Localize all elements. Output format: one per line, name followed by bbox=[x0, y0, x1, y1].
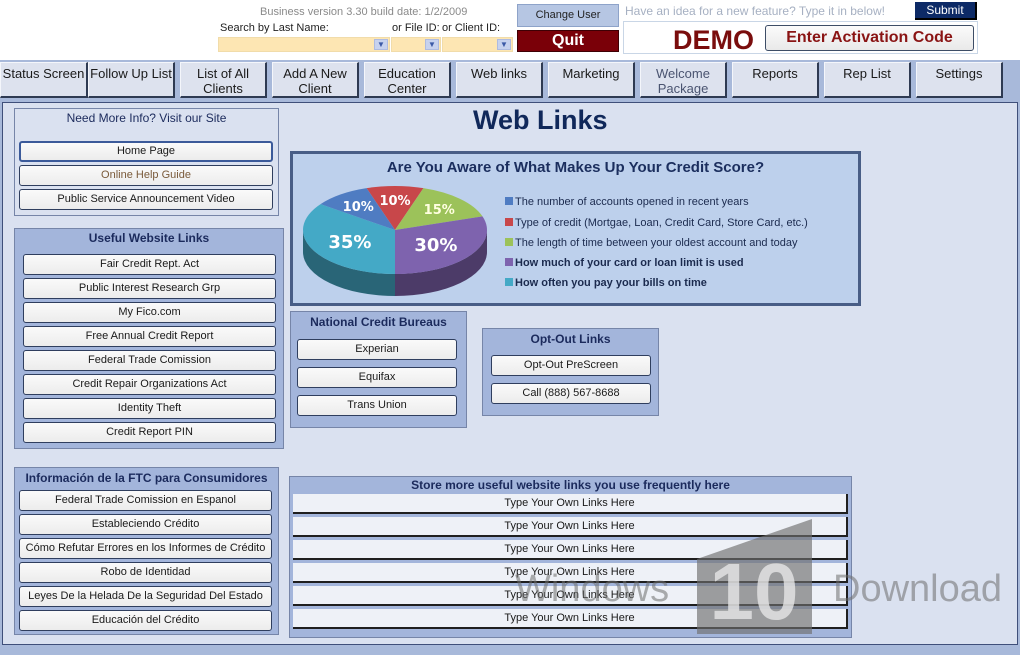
version-info: Business version 3.30 build date: 1/2/20… bbox=[260, 6, 468, 18]
main-nav: Status Screen Follow Up List List of All… bbox=[0, 60, 1020, 100]
psa-video-button[interactable]: Public Service Announcement Video bbox=[19, 189, 273, 210]
activation-panel: DEMO Enter Activation Code bbox=[623, 21, 978, 55]
free-annual-credit-report-button[interactable]: Free Annual Credit Report bbox=[23, 326, 276, 347]
pie-label-3: 30% bbox=[414, 235, 457, 256]
legend-item-recent-accounts: The number of accounts opened in recent … bbox=[505, 196, 749, 208]
chevron-down-icon[interactable]: ▼ bbox=[497, 39, 511, 50]
nav-list-of-all-clients[interactable]: List of All Clients bbox=[180, 62, 267, 98]
own-links-title: Store more useful website links you use … bbox=[411, 478, 730, 492]
legend-item-utilization: How much of your card or loan limit is u… bbox=[505, 257, 744, 269]
legend-label: How much of your card or loan limit is u… bbox=[515, 257, 744, 269]
legend-item-payment-history: How often you pay your bills on time bbox=[505, 277, 707, 289]
legend-item-credit-length: The length of time between your oldest a… bbox=[505, 237, 798, 249]
legend-label: The length of time between your oldest a… bbox=[515, 237, 798, 249]
experian-button[interactable]: Experian bbox=[297, 339, 457, 360]
nav-status-screen[interactable]: Status Screen bbox=[0, 62, 88, 98]
own-link-2[interactable]: Type Your Own Links Here bbox=[293, 517, 848, 537]
legend-swatch bbox=[505, 278, 513, 286]
change-user-button[interactable]: Change User bbox=[517, 4, 619, 27]
feature-idea-prompt[interactable]: Have an idea for a new feature? Type it … bbox=[625, 4, 885, 18]
home-page-button[interactable]: Home Page bbox=[19, 141, 273, 162]
credit-repair-org-act-button[interactable]: Credit Repair Organizations Act bbox=[23, 374, 276, 395]
demo-label: DEMO bbox=[673, 25, 754, 55]
pie-label-0: 10% bbox=[343, 200, 374, 215]
robo-de-identidad-button[interactable]: Robo de Identidad bbox=[19, 562, 272, 583]
chevron-down-icon[interactable]: ▼ bbox=[425, 39, 439, 50]
own-link-3[interactable]: Type Your Own Links Here bbox=[293, 540, 848, 560]
nav-welcome-package[interactable]: Welcome Package bbox=[640, 62, 727, 98]
legend-swatch bbox=[505, 258, 513, 266]
own-link-6[interactable]: Type Your Own Links Here bbox=[293, 609, 848, 629]
nav-settings[interactable]: Settings bbox=[916, 62, 1003, 98]
nav-marketing[interactable]: Marketing bbox=[548, 62, 635, 98]
legend-label: The number of accounts opened in recent … bbox=[515, 196, 749, 208]
online-help-guide-button[interactable]: Online Help Guide bbox=[19, 165, 273, 186]
refutar-errores-button[interactable]: Cómo Refutar Errores en los Informes de … bbox=[19, 538, 272, 559]
page-title: Web Links bbox=[473, 105, 608, 135]
own-links-group: Store more useful website links you use … bbox=[289, 476, 852, 638]
identity-theft-button[interactable]: Identity Theft bbox=[23, 398, 276, 419]
nav-reports[interactable]: Reports bbox=[732, 62, 819, 98]
client-id-label: or Client ID: bbox=[442, 22, 501, 34]
nav-add-new-client[interactable]: Add A New Client bbox=[272, 62, 359, 98]
legend-swatch bbox=[505, 218, 513, 226]
file-id-label: or File ID: bbox=[392, 22, 440, 34]
own-link-1[interactable]: Type Your Own Links Here bbox=[293, 494, 848, 514]
credit-report-pin-button[interactable]: Credit Report PIN bbox=[23, 422, 276, 443]
pie-label-2: 15% bbox=[424, 203, 455, 218]
pie-label-4: 35% bbox=[328, 232, 371, 253]
site-links-group: Need More Info? Visit our Site Home Page… bbox=[14, 108, 279, 216]
educacion-credito-button[interactable]: Educación del Crédito bbox=[19, 610, 272, 631]
useful-links-title: Useful Website Links bbox=[88, 231, 210, 245]
federal-trade-commission-button[interactable]: Federal Trade Comission bbox=[23, 350, 276, 371]
client-id-combo[interactable]: ▼ bbox=[442, 37, 513, 52]
trans-union-button[interactable]: Trans Union bbox=[297, 395, 457, 416]
enter-activation-code-button[interactable]: Enter Activation Code bbox=[765, 25, 974, 51]
chevron-down-icon[interactable]: ▼ bbox=[374, 39, 388, 50]
ftc-spanish-group: Información de la FTC para Consumidores … bbox=[14, 467, 279, 635]
submit-idea-button[interactable]: Submit bbox=[915, 2, 977, 20]
pie-label-1: 10% bbox=[379, 194, 410, 209]
last-name-search-combo[interactable]: ▼ bbox=[218, 37, 390, 52]
legend-item-credit-type: Type of credit (Mortgae, Loan, Credit Ca… bbox=[505, 217, 808, 229]
legend-swatch bbox=[505, 197, 513, 205]
top-header: Business version 3.30 build date: 1/2/20… bbox=[0, 0, 1020, 60]
credit-score-chart: Are You Aware of What Makes Up Your Cred… bbox=[290, 151, 861, 306]
ftc-espanol-button[interactable]: Federal Trade Comission en Espanol bbox=[19, 490, 272, 511]
legend-swatch bbox=[505, 238, 513, 246]
myfico-button[interactable]: My Fico.com bbox=[23, 302, 276, 323]
nav-web-links[interactable]: Web links bbox=[456, 62, 543, 98]
leyes-seguridad-button[interactable]: Leyes De la Helada De la Seguridad Del E… bbox=[19, 586, 272, 607]
fair-credit-act-button[interactable]: Fair Credit Rept. Act bbox=[23, 254, 276, 275]
pie-chart: 10% 15% 30% 35% 10% bbox=[303, 186, 487, 296]
nav-education-center[interactable]: Education Center bbox=[364, 62, 451, 98]
credit-bureaus-group: National Credit Bureaus Experian Equifax… bbox=[290, 311, 467, 428]
quit-button[interactable]: Quit bbox=[517, 30, 619, 52]
nav-rep-list[interactable]: Rep List bbox=[824, 62, 911, 98]
opt-out-phone-button[interactable]: Call (888) 567-8688 bbox=[491, 383, 651, 404]
own-link-5[interactable]: Type Your Own Links Here bbox=[293, 586, 848, 606]
own-link-4[interactable]: Type Your Own Links Here bbox=[293, 563, 848, 583]
legend-label: Type of credit (Mortgae, Loan, Credit Ca… bbox=[515, 217, 808, 229]
legend-label: How often you pay your bills on time bbox=[515, 277, 707, 289]
nav-follow-up-list[interactable]: Follow Up List bbox=[88, 62, 175, 98]
equifax-button[interactable]: Equifax bbox=[297, 367, 457, 388]
chart-title: Are You Aware of What Makes Up Your Cred… bbox=[386, 159, 765, 176]
search-last-name-label: Search by Last Name: bbox=[220, 22, 329, 34]
site-links-title: Need More Info? Visit our Site bbox=[66, 111, 227, 125]
ftc-spanish-title: Información de la FTC para Consumidores bbox=[25, 471, 268, 485]
file-id-combo[interactable]: ▼ bbox=[391, 37, 441, 52]
opt-out-group: Opt-Out Links Opt-Out PreScreen Call (88… bbox=[482, 328, 659, 416]
credit-bureaus-title: National Credit Bureaus bbox=[310, 315, 447, 329]
opt-out-title: Opt-Out Links bbox=[530, 332, 611, 346]
estableciendo-credito-button[interactable]: Estableciendo Crédito bbox=[19, 514, 272, 535]
opt-out-prescreen-button[interactable]: Opt-Out PreScreen bbox=[491, 355, 651, 376]
public-interest-research-button[interactable]: Public Interest Research Grp bbox=[23, 278, 276, 299]
useful-links-group: Useful Website Links Fair Credit Rept. A… bbox=[14, 228, 284, 449]
